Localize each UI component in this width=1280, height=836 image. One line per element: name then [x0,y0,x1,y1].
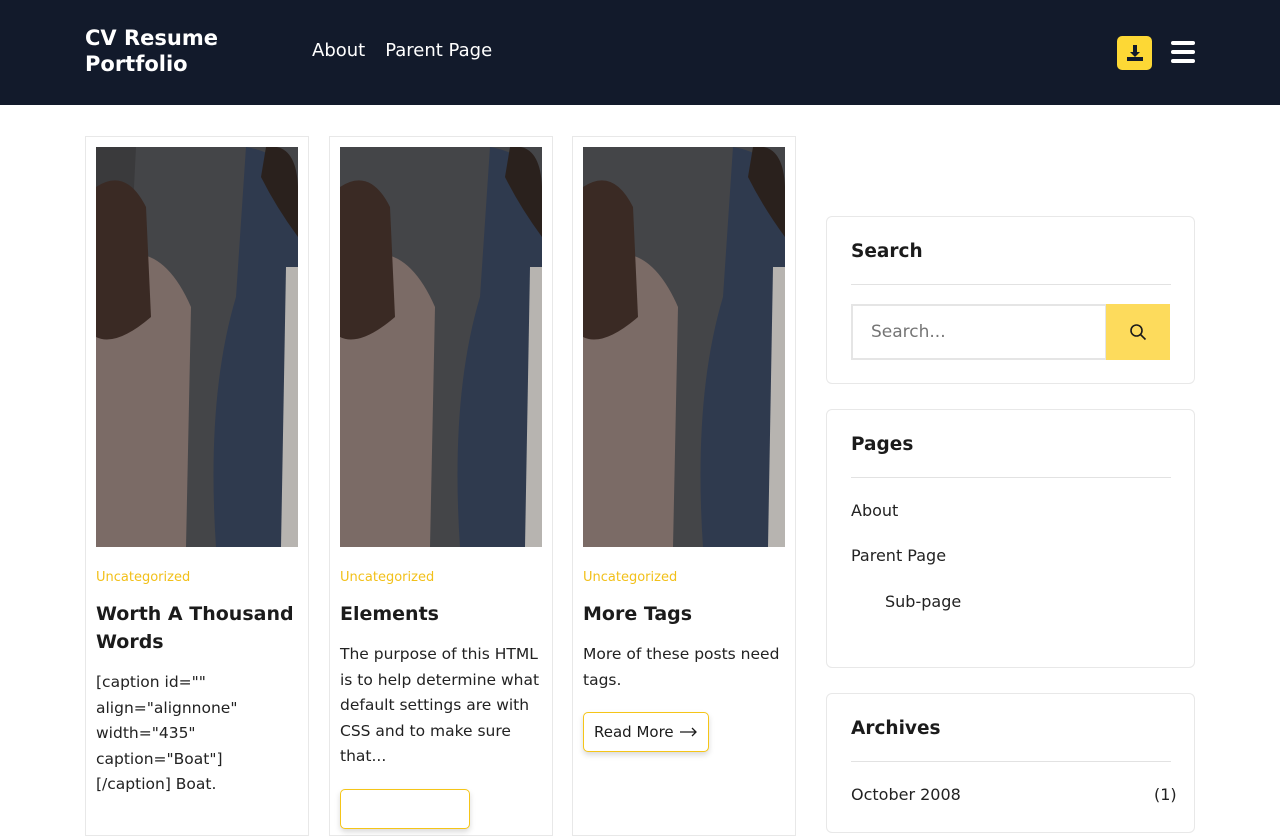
widget-title: Pages [851,434,914,455]
page-link-parent-page[interactable]: Parent Page [851,546,946,565]
download-button[interactable] [1117,36,1152,70]
widget-title: Search [851,241,923,262]
search-icon [1130,324,1147,341]
post-image[interactable] [340,147,542,547]
archives-widget: Archives October 2008 (1) [826,693,1195,833]
post-image[interactable] [96,147,298,547]
arrow-right-icon [679,727,697,737]
post-card: Uncategorized More Tags More of these po… [572,136,796,836]
site-header: CV Resume Portfolio About Parent Page [0,0,1280,105]
nav-item-about[interactable]: About [312,40,365,61]
post-card: Uncategorized Worth A Thousand Words [ca… [85,136,309,836]
photo-illustration [96,147,298,547]
page-link-sub-page[interactable]: Sub-page [885,592,961,611]
post-excerpt: The purpose of this HTML is to help dete… [340,645,540,766]
widget-title: Archives [851,718,941,739]
photo-illustration [340,147,542,547]
post-category[interactable]: Uncategorized [340,570,434,585]
post-excerpt: More of these posts need tags. [583,645,780,689]
post-category[interactable]: Uncategorized [583,570,677,585]
read-more-button[interactable]: Read More [583,712,709,752]
hamburger-icon [1171,41,1195,63]
divider [851,761,1171,762]
search-button[interactable] [1106,304,1170,360]
post-title[interactable]: More Tags [583,600,788,628]
divider [851,477,1171,478]
nav-item-parent-page[interactable]: Parent Page [385,40,492,61]
pages-widget: Pages About Parent Page Sub-page [826,409,1195,668]
read-more-button[interactable] [340,789,470,829]
post-excerpt: [caption id="" align="alignnone" width="… [96,673,238,794]
divider [851,284,1171,285]
read-more-label: Read More [594,723,674,741]
post-category[interactable]: Uncategorized [96,570,190,585]
search-widget: Search [826,216,1195,384]
post-image[interactable] [583,147,785,547]
archive-link-october-2008[interactable]: October 2008 [851,785,961,804]
page-link-about[interactable]: About [851,501,898,520]
menu-toggle-button[interactable] [1171,41,1195,63]
post-title[interactable]: Elements [340,600,545,628]
site-logo[interactable]: CV Resume Portfolio [85,25,285,77]
main-nav: About Parent Page [312,40,492,61]
download-icon [1126,45,1143,61]
post-title[interactable]: Worth A Thousand Words [96,600,301,656]
post-card: Uncategorized Elements The purpose of th… [329,136,553,836]
archive-count: (1) [1154,785,1177,804]
search-input[interactable] [851,304,1107,360]
photo-illustration [583,147,785,547]
